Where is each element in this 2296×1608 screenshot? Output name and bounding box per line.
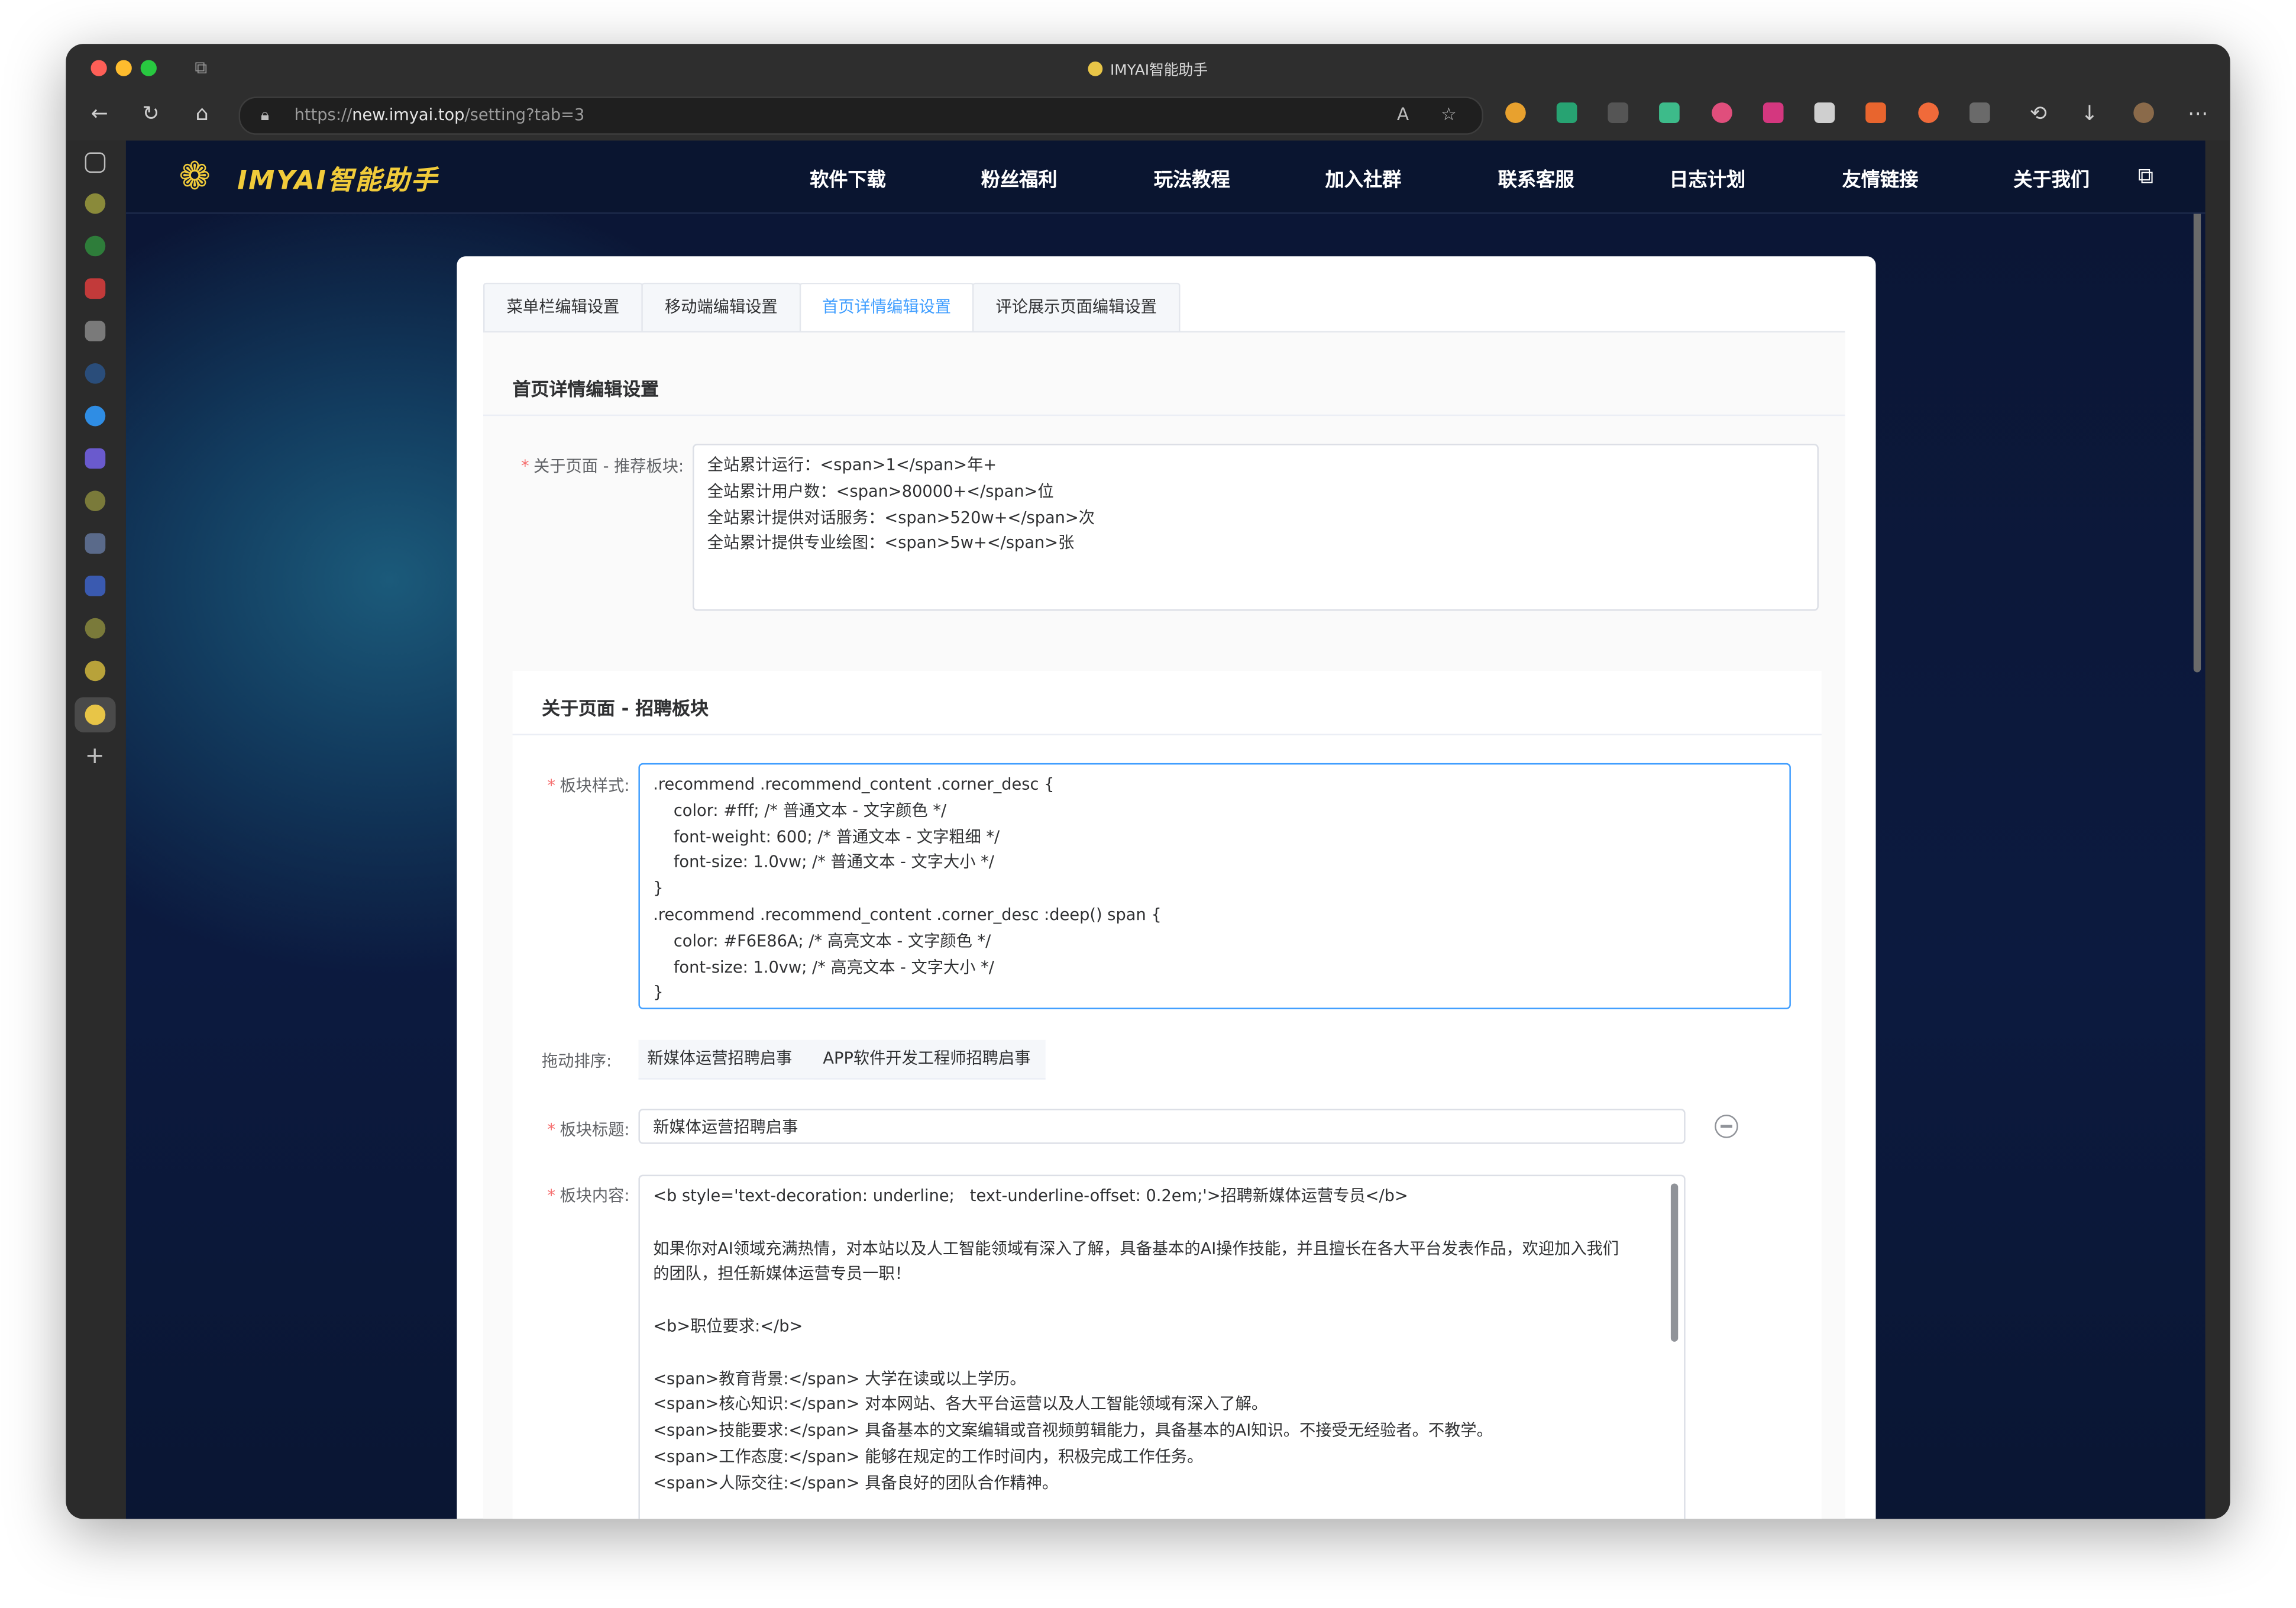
required-mark: * (520, 457, 529, 476)
sidebar-toggle-icon[interactable] (85, 152, 106, 173)
favorite-star-icon[interactable]: ☆ (1441, 104, 1457, 125)
sort-item-app-engineer[interactable]: APP软件开发工程师招聘启事 (814, 1039, 1046, 1080)
required-mark: * (547, 776, 556, 796)
site-favicon-icon (1088, 61, 1103, 76)
vertical-tabs-sidebar: + (66, 140, 126, 1519)
site-header: ❁ IMYAI智能助手 软件下载 粉丝福利 玩法教程 加入社群 联系客服 日志计… (125, 140, 2206, 214)
tab-favicon-10-icon[interactable] (85, 575, 106, 596)
copy-icon[interactable]: ⧉ (2138, 163, 2159, 189)
tab-favicon-active-icon[interactable] (85, 704, 106, 725)
extension-3-icon[interactable] (1608, 102, 1629, 123)
tab-favicon-5-icon[interactable] (85, 363, 106, 384)
nav-item-download[interactable]: 软件下载 (810, 164, 886, 192)
tab-favicon-11-icon[interactable] (85, 618, 106, 639)
profile-avatar[interactable] (2133, 102, 2154, 123)
home-icon[interactable]: ⌂ (189, 102, 215, 126)
tab-favicon-6-icon[interactable] (85, 405, 106, 427)
style-label: * 板块样式: (547, 776, 630, 796)
extension-2-icon[interactable] (1556, 102, 1577, 123)
nav-item-links[interactable]: 友情链接 (1842, 164, 1919, 192)
extension-1-icon[interactable] (1505, 102, 1526, 123)
content-textarea-scrollbar[interactable] (1670, 1183, 1679, 1342)
tab-favicon-8-icon[interactable] (85, 490, 106, 512)
more-menu-icon[interactable]: ⋯ (2185, 102, 2211, 126)
tab-menu-settings[interactable]: 菜单栏编辑设置 (483, 282, 643, 333)
tab-favicon-1-icon[interactable] (85, 193, 106, 214)
sort-label: 拖动排序: (542, 1051, 612, 1071)
tab-mobile-settings[interactable]: 移动端编辑设置 (641, 282, 801, 333)
extension-5-icon[interactable] (1712, 102, 1732, 123)
nav-item-fan-benefits[interactable]: 粉丝福利 (981, 164, 1058, 192)
extension-9-icon[interactable] (1918, 102, 1939, 123)
extension-vue-icon[interactable] (1659, 102, 1680, 123)
extension-8-icon[interactable] (1865, 102, 1886, 123)
sort-item-new-media[interactable]: 新媒体运营招聘启事 (638, 1039, 820, 1080)
reload-icon[interactable]: ↻ (138, 102, 164, 126)
tab-favicon-9-icon[interactable] (85, 533, 106, 554)
block-content-textarea[interactable]: <b style='text-decoration: underline; te… (638, 1174, 1686, 1519)
required-mark: * (547, 1120, 556, 1140)
recruit-divider (512, 734, 1822, 735)
section-title: 首页详情编辑设置 (512, 377, 659, 400)
extension-translate-icon[interactable] (1763, 102, 1784, 123)
recommend-label: * 关于页面 - 推荐板块: (520, 457, 684, 476)
brand-logo-icon[interactable]: ❁ (173, 155, 216, 199)
style-textarea[interactable]: .recommend .recommend_content .corner_de… (638, 763, 1791, 1009)
address-bar[interactable]: 🔒︎ https://new.imyai.top/setting?tab=3 A… (238, 96, 1483, 135)
section-divider (483, 414, 1845, 416)
tab-favicon-2-icon[interactable] (85, 235, 106, 257)
nav-item-about[interactable]: 关于我们 (2013, 164, 2090, 192)
tab-favicon-12-icon[interactable] (85, 660, 106, 682)
tab-favicon-3-icon[interactable] (85, 278, 106, 299)
page-scrollbar[interactable] (2193, 145, 2201, 673)
brand-name[interactable]: IMYAI智能助手 (237, 160, 439, 198)
remove-circle-icon[interactable] (1715, 1115, 1738, 1138)
lock-icon: 🔒︎ (260, 105, 270, 125)
window-title: IMYAI智能助手 (66, 57, 2230, 79)
browser-window: ⧉ IMYAI智能助手 ← ↻ ⌂ 🔒︎ https://new.imyai.t… (66, 44, 2230, 1519)
url-text: https://new.imyai.top/setting?tab=3 (294, 105, 585, 125)
history-icon[interactable]: ⟲ (2025, 102, 2052, 126)
new-tab-plus-icon[interactable]: + (85, 741, 105, 769)
nav-item-community[interactable]: 加入社群 (1325, 164, 1402, 192)
address-toolbar: ← ↻ ⌂ 🔒︎ https://new.imyai.top/setting?t… (66, 91, 2230, 141)
page-viewport: ❁ IMYAI智能助手 软件下载 粉丝福利 玩法教程 加入社群 联系客服 日志计… (125, 140, 2206, 1519)
required-mark: * (547, 1186, 556, 1206)
tab-comment-page-settings[interactable]: 评论展示页面编辑设置 (972, 282, 1181, 333)
nav-item-support[interactable]: 联系客服 (1498, 164, 1574, 192)
recruit-title: 关于页面 - 招聘板块 (542, 697, 709, 719)
title-bar: ⧉ IMYAI智能助手 (66, 44, 2230, 91)
nav-item-tutorials[interactable]: 玩法教程 (1154, 164, 1230, 192)
recommend-textarea[interactable]: 全站累计运行：<span>1</span>年+ 全站累计用户数：<span>80… (693, 444, 1819, 611)
download-icon[interactable]: ↓ (2077, 102, 2103, 126)
read-aloud-icon[interactable]: A (1397, 104, 1409, 125)
block-title-input[interactable]: 新媒体运营招聘启事 (638, 1109, 1686, 1144)
tab-home-detail-settings[interactable]: 首页详情编辑设置 (799, 282, 974, 333)
tab-favicon-7-icon[interactable] (85, 448, 106, 469)
nav-item-changelog[interactable]: 日志计划 (1669, 164, 1745, 192)
settings-card: 菜单栏编辑设置 移动端编辑设置 首页详情编辑设置 评论展示页面编辑设置 首页详情… (457, 256, 1876, 1519)
extensions-puzzle-icon[interactable] (1969, 102, 1990, 123)
back-arrow-icon[interactable]: ← (86, 102, 113, 126)
extension-7-icon[interactable] (1814, 102, 1835, 123)
tab-favicon-4-icon[interactable] (85, 321, 106, 341)
block-content-label: * 板块内容: (547, 1186, 630, 1206)
block-title-label: * 板块标题: (547, 1120, 630, 1140)
